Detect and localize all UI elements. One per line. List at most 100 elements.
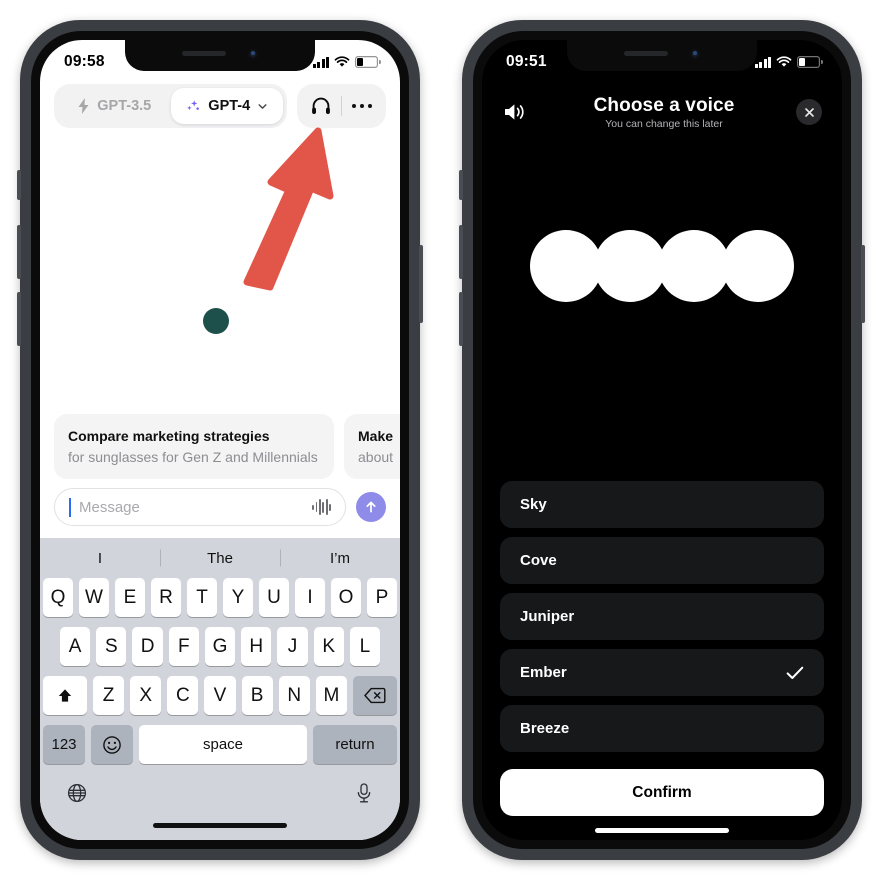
audio-waveform-icon[interactable]	[312, 499, 331, 515]
status-indicators	[754, 56, 823, 68]
checkmark-icon	[786, 666, 804, 679]
prediction-1[interactable]: I	[40, 550, 160, 567]
suggestion-card-1-subtitle: for sunglasses for Gen Z and Millennials	[68, 448, 318, 465]
prediction-2[interactable]: The	[160, 550, 280, 567]
key-l[interactable]: L	[349, 627, 380, 666]
power-button[interactable]	[861, 245, 865, 323]
backspace-icon[interactable]	[352, 676, 397, 715]
space-key[interactable]: space	[139, 725, 307, 764]
sparkle-icon	[187, 100, 200, 111]
front-camera-icon	[690, 48, 700, 59]
screenshot-stage: 09:58 GPT-3.5 GPT-4 Compare marketing st…	[0, 0, 890, 880]
key-q[interactable]: Q	[43, 578, 73, 617]
phone-left-screen: 09:58 GPT-3.5 GPT-4 Compare marketing st…	[40, 40, 400, 840]
confirm-button[interactable]: Confirm	[500, 769, 824, 816]
volume-down-button[interactable]	[459, 292, 463, 346]
earpiece-speaker	[182, 51, 226, 56]
suggestion-card-2[interactable]: Make about	[344, 414, 400, 479]
battery-low-icon	[355, 56, 381, 68]
key-z[interactable]: Z	[93, 676, 125, 715]
key-s[interactable]: S	[96, 627, 127, 666]
phone-right-screen: 09:51 Choose a voice You can change this…	[482, 40, 842, 840]
message-input-placeholder: Message	[79, 498, 140, 516]
mute-switch[interactable]	[459, 170, 463, 200]
wifi-icon	[776, 56, 792, 67]
shift-arrow-icon[interactable]	[43, 676, 87, 715]
mute-switch[interactable]	[17, 170, 21, 200]
speaker-wave-icon[interactable]	[502, 100, 532, 124]
voice-option-ember[interactable]: Ember	[500, 649, 824, 696]
suggestion-card-1-title: Compare marketing strategies	[68, 428, 270, 445]
bolt-icon	[78, 98, 89, 114]
send-button[interactable]	[356, 492, 386, 522]
cellular-signal-icon	[312, 56, 329, 68]
voice-option-cove[interactable]: Cove	[500, 537, 824, 584]
microphone-icon[interactable]	[354, 782, 374, 809]
return-key[interactable]: return	[313, 725, 397, 764]
suggestion-card-1[interactable]: Compare marketing strategies for sunglas…	[54, 414, 334, 479]
key-u[interactable]: U	[259, 578, 289, 617]
voice-option-sky[interactable]: Sky	[500, 481, 824, 528]
key-r[interactable]: R	[151, 578, 181, 617]
key-p[interactable]: P	[367, 578, 397, 617]
voice-option-label: Breeze	[520, 720, 570, 737]
ellipsis-icon[interactable]	[344, 88, 380, 124]
key-w[interactable]: W	[79, 578, 109, 617]
volume-up-button[interactable]	[459, 225, 463, 279]
voice-option-breeze[interactable]: Breeze	[500, 705, 824, 752]
key-v[interactable]: V	[204, 676, 236, 715]
teal-dot-indicator	[203, 308, 229, 334]
volume-up-button[interactable]	[17, 225, 21, 279]
voice-option-label: Juniper	[520, 608, 575, 625]
emoji-smiley-icon[interactable]	[91, 725, 133, 764]
globe-icon[interactable]	[66, 782, 88, 809]
key-h[interactable]: H	[241, 627, 272, 666]
voice-header-text: Choose a voice You can change this later	[532, 95, 796, 130]
key-i[interactable]: I	[295, 578, 325, 617]
battery-low-icon	[797, 56, 823, 68]
arrow-up-icon	[366, 501, 376, 513]
model-option-gpt4[interactable]: GPT-4	[170, 88, 283, 124]
model-switcher[interactable]: GPT-3.5 GPT-4	[54, 84, 287, 128]
key-y[interactable]: Y	[223, 578, 253, 617]
home-indicator[interactable]	[153, 822, 287, 828]
voice-option-label: Sky	[520, 496, 547, 513]
power-button[interactable]	[419, 245, 423, 323]
home-indicator[interactable]	[595, 827, 729, 833]
volume-down-button[interactable]	[17, 292, 21, 346]
key-t[interactable]: T	[187, 578, 217, 617]
key-e[interactable]: E	[115, 578, 145, 617]
status-time: 09:51	[506, 53, 547, 70]
keyboard-row-3: Z X C V B N M	[40, 676, 400, 715]
key-c[interactable]: C	[167, 676, 199, 715]
key-b[interactable]: B	[241, 676, 273, 715]
voice-option-juniper[interactable]: Juniper	[500, 593, 824, 640]
key-g[interactable]: G	[204, 627, 236, 666]
key-n[interactable]: N	[278, 676, 310, 715]
key-d[interactable]: D	[132, 627, 163, 666]
key-m[interactable]: M	[315, 676, 347, 715]
key-o[interactable]: O	[331, 578, 361, 617]
phone-right-voice-picker: 09:51 Choose a voice You can change this…	[459, 20, 865, 860]
voice-orb-visualizer	[482, 138, 842, 302]
headphones-icon[interactable]	[303, 88, 339, 124]
status-indicators	[312, 56, 381, 68]
key-a[interactable]: A	[60, 627, 91, 666]
key-k[interactable]: K	[313, 627, 344, 666]
key-j[interactable]: J	[277, 627, 308, 666]
keyboard-row-2: A S D F G H J K L	[40, 627, 400, 666]
voice-option-label: Ember	[520, 664, 567, 681]
close-x-icon[interactable]	[796, 99, 822, 125]
phone-left-chatgpt: 09:58 GPT-3.5 GPT-4 Compare marketing st…	[17, 20, 423, 860]
chatgpt-app: 09:58 GPT-3.5 GPT-4 Compare marketing st…	[40, 40, 400, 840]
wifi-icon	[334, 56, 350, 67]
choose-voice-screen: 09:51 Choose a voice You can change this…	[482, 40, 842, 840]
model-option-gpt35[interactable]: GPT-3.5	[58, 88, 171, 124]
message-input[interactable]: Message	[54, 488, 346, 526]
key-x[interactable]: X	[130, 676, 162, 715]
key-f[interactable]: F	[168, 627, 199, 666]
suggestion-card-2-subtitle: about	[358, 448, 394, 465]
voice-orb	[658, 230, 730, 302]
prediction-3[interactable]: I’m	[280, 550, 400, 567]
numbers-key[interactable]: 123	[43, 725, 85, 764]
